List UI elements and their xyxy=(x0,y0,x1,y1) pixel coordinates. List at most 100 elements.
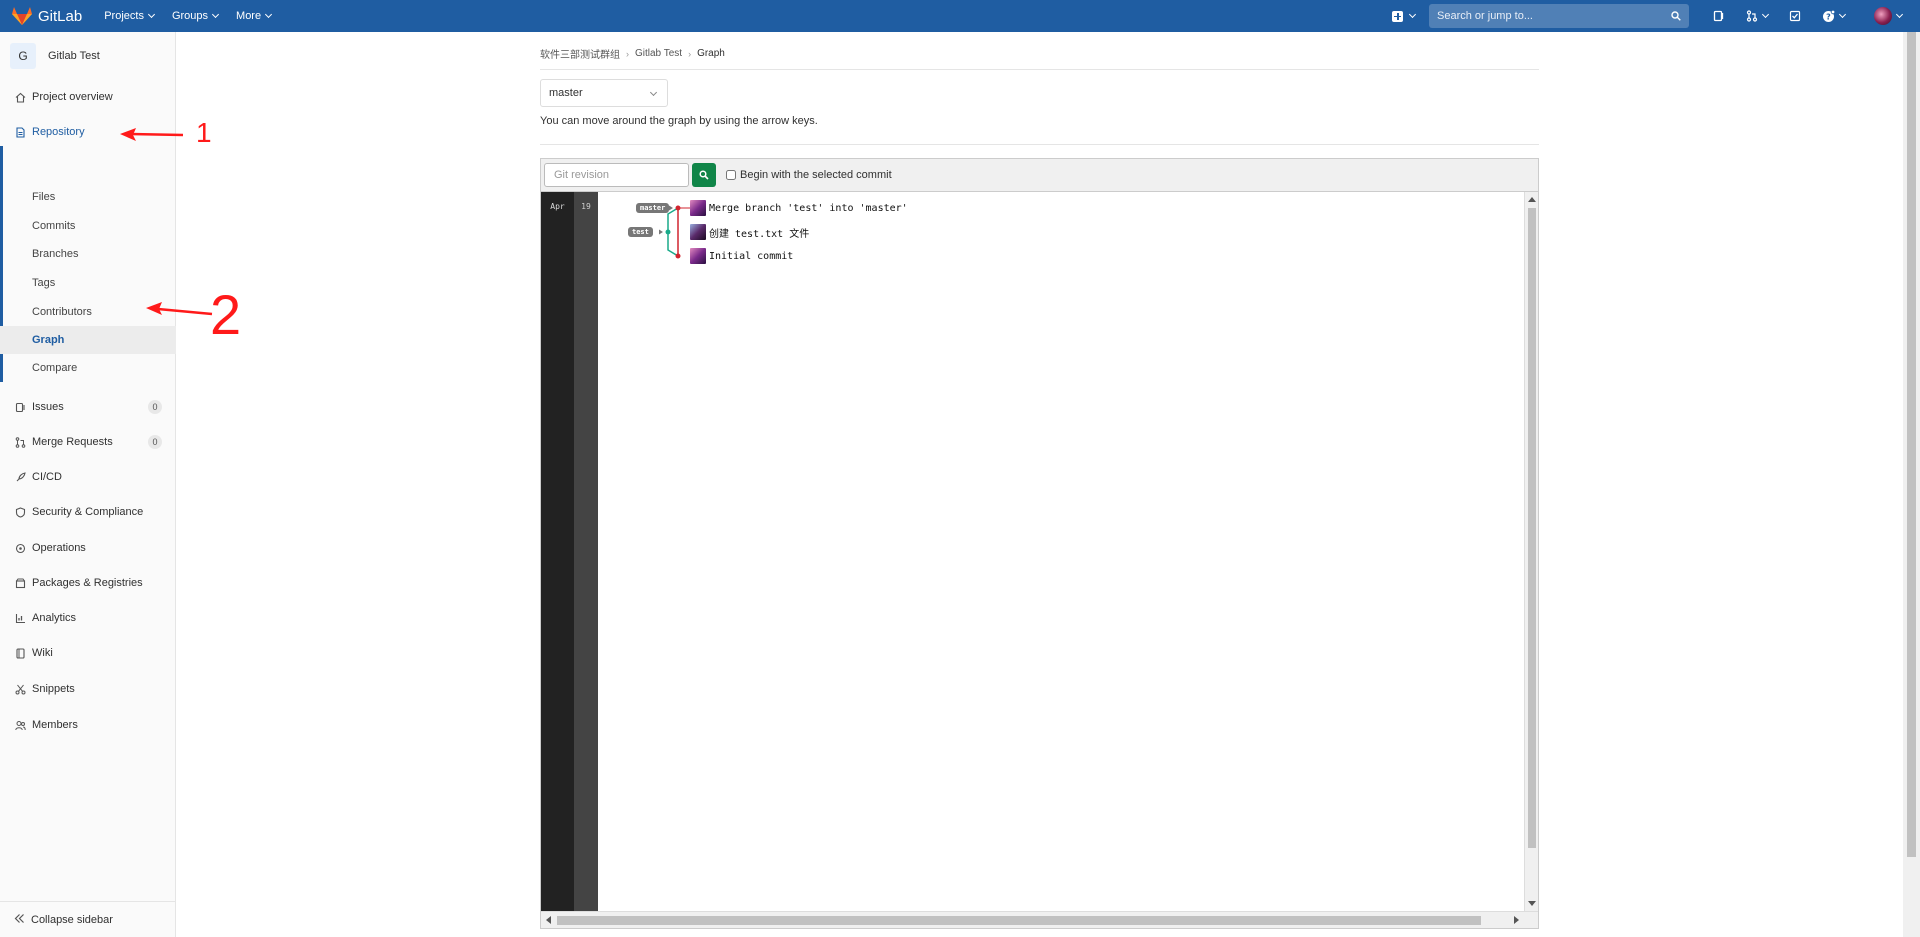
month-column: Apr xyxy=(541,192,574,911)
commit-dot[interactable] xyxy=(675,205,681,211)
git-revision-input[interactable] xyxy=(544,163,689,187)
breadcrumb-project[interactable]: Gitlab Test xyxy=(635,48,682,59)
nav-projects[interactable]: Projects xyxy=(104,10,155,22)
divider xyxy=(540,144,1539,145)
sidebar-item-security[interactable]: Security & Compliance xyxy=(0,500,176,524)
search-input[interactable] xyxy=(1437,10,1671,22)
begin-with-selected-commit[interactable]: Begin with the selected commit xyxy=(726,169,892,181)
commit-dot[interactable] xyxy=(665,229,671,235)
graph-horizontal-scrollbar[interactable] xyxy=(541,911,1538,928)
sidebar-item-issues[interactable]: Issues 0 xyxy=(0,395,176,419)
month-label: Apr xyxy=(550,202,565,211)
graph-toolbar: Begin with the selected commit xyxy=(541,159,1538,192)
nav-more[interactable]: More xyxy=(236,10,273,22)
chevron-down-icon xyxy=(147,10,155,19)
double-chevron-left-icon xyxy=(14,913,25,927)
sidebar-item-compare[interactable]: Compare xyxy=(0,356,176,380)
page-scrollbar[interactable] xyxy=(1903,32,1920,937)
user-menu[interactable] xyxy=(1864,7,1904,25)
gitlab-logo[interactable]: GitLab xyxy=(12,7,82,25)
search-box[interactable] xyxy=(1429,4,1689,28)
day-column: 19 xyxy=(574,192,598,911)
breadcrumb-group[interactable]: 软件三部测试群组 xyxy=(540,46,620,61)
annotation-label-2: 2 xyxy=(210,283,241,346)
plus-square-icon xyxy=(1392,10,1403,22)
graph-area: Apr 19 master test Merge branch 'test' i… xyxy=(541,192,1538,928)
divider xyxy=(540,69,1539,70)
sidebar-item-wiki[interactable]: Wiki xyxy=(0,641,176,665)
sidebar-item-tags[interactable]: Tags xyxy=(0,271,176,295)
chevron-down-icon xyxy=(1408,10,1417,19)
scroll-left-arrow-icon[interactable] xyxy=(546,916,551,924)
sidebar-item-cicd[interactable]: CI/CD xyxy=(0,465,176,489)
breadcrumb-current[interactable]: Graph xyxy=(697,48,725,59)
users-icon xyxy=(14,719,26,731)
ref-label-master[interactable]: master xyxy=(636,203,670,213)
branch-select[interactable]: master xyxy=(540,79,668,107)
sidebar-item-branches[interactable]: Branches xyxy=(0,242,176,266)
sidebar-item-project-overview[interactable]: Project overview xyxy=(0,85,176,109)
scroll-right-arrow-icon[interactable] xyxy=(1514,916,1519,924)
network-graph-panel: Begin with the selected commit Apr 19 ma… xyxy=(540,158,1539,929)
project-avatar: G xyxy=(10,43,36,69)
sidebar-item-files[interactable]: Files xyxy=(0,185,176,209)
sidebar-item-analytics[interactable]: Analytics xyxy=(0,606,176,630)
commit-message: Merge branch 'test' into 'master' xyxy=(709,202,908,214)
chevron-down-icon xyxy=(265,10,273,19)
scroll-thumb[interactable] xyxy=(1528,208,1536,848)
project-header[interactable]: G Gitlab Test xyxy=(0,36,175,76)
sidebar: G Gitlab Test Project overview Repositor… xyxy=(0,32,176,937)
graph-canvas[interactable]: master test Merge branch 'test' into 'ma… xyxy=(598,192,1524,911)
scroll-thumb[interactable] xyxy=(557,916,1481,925)
scissors-icon xyxy=(14,683,26,695)
scroll-down-arrow-icon[interactable] xyxy=(1528,901,1536,906)
commit-dot[interactable] xyxy=(675,253,681,259)
gitlab-fox-icon xyxy=(12,7,32,25)
day-label: 19 xyxy=(581,202,591,211)
chevron-down-icon xyxy=(1895,10,1904,19)
scroll-thumb[interactable] xyxy=(1907,32,1916,857)
svg-text:?: ? xyxy=(1826,12,1831,21)
collapse-sidebar-button[interactable]: Collapse sidebar xyxy=(0,901,176,937)
help-icon[interactable]: ? xyxy=(1820,9,1846,23)
breadcrumb: 软件三部测试群组 › Gitlab Test › Graph xyxy=(540,46,725,61)
search-icon xyxy=(699,170,709,180)
merge-request-icon xyxy=(14,436,26,448)
nav-menu: Projects Groups More xyxy=(104,10,289,22)
ref-arrow xyxy=(669,205,673,211)
shield-icon xyxy=(14,506,26,518)
ref-label-test[interactable]: test xyxy=(628,227,653,237)
issues-icon[interactable] xyxy=(1712,9,1726,23)
search-revision-button[interactable] xyxy=(692,163,716,187)
sidebar-item-repository[interactable]: Repository xyxy=(0,120,176,144)
commit-row[interactable]: Merge branch 'test' into 'master' xyxy=(690,200,908,216)
commit-message: 创建 test.txt 文件 xyxy=(709,228,810,240)
sidebar-item-operations[interactable]: Operations xyxy=(0,536,176,560)
graph-vertical-scrollbar[interactable] xyxy=(1524,192,1538,911)
nav-right: ? xyxy=(1392,0,1920,32)
commit-row[interactable]: 创建 test.txt 文件 xyxy=(690,224,809,240)
cloud-icon xyxy=(14,542,26,554)
chevron-right-icon: › xyxy=(626,48,629,59)
todo-icon[interactable] xyxy=(1788,9,1802,23)
scroll-up-arrow-icon[interactable] xyxy=(1528,197,1536,202)
sidebar-item-merge-requests[interactable]: Merge Requests 0 xyxy=(0,430,176,454)
sidebar-item-commits[interactable]: Commits xyxy=(0,214,176,238)
sidebar-item-contributors[interactable]: Contributors xyxy=(0,300,176,324)
chart-icon xyxy=(14,612,26,624)
issues-icon xyxy=(14,401,26,413)
sidebar-item-snippets[interactable]: Snippets xyxy=(0,677,176,701)
new-item-dropdown[interactable] xyxy=(1392,10,1417,22)
sidebar-item-members[interactable]: Members xyxy=(0,713,176,737)
sidebar-item-graph[interactable]: Graph xyxy=(0,326,176,354)
merge-request-icon[interactable] xyxy=(1744,9,1770,23)
merge-requests-count-badge: 0 xyxy=(148,435,162,449)
logo-text: GitLab xyxy=(38,7,83,25)
nav-groups[interactable]: Groups xyxy=(172,10,220,22)
document-icon xyxy=(14,126,26,138)
commit-row[interactable]: Initial commit xyxy=(690,248,793,264)
ref-arrow xyxy=(659,229,663,235)
issues-count-badge: 0 xyxy=(148,400,162,414)
begin-with-selected-checkbox[interactable] xyxy=(726,170,736,180)
sidebar-item-packages[interactable]: Packages & Registries xyxy=(0,571,176,595)
